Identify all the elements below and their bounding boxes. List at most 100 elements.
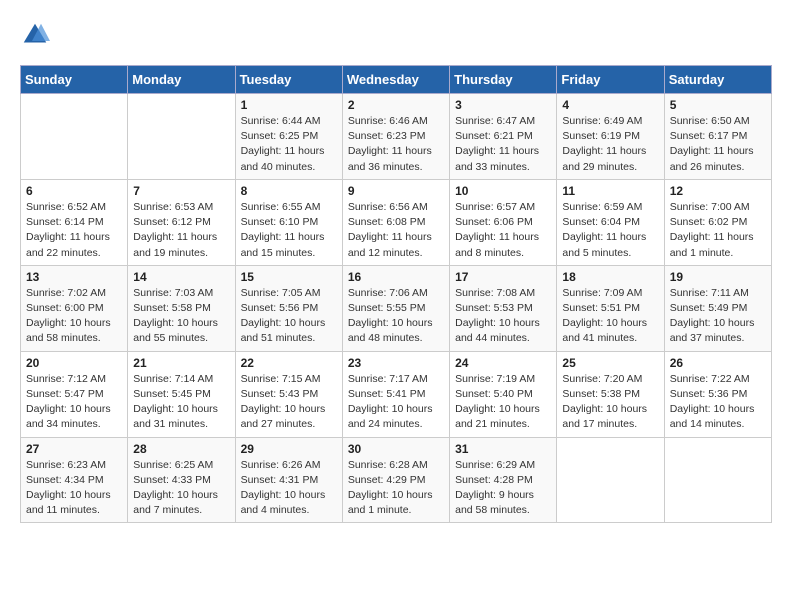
day-cell (557, 437, 664, 523)
day-number: 11 (562, 184, 658, 198)
day-cell: 14 Sunrise: 7:03 AM Sunset: 5:58 PM Dayli… (128, 265, 235, 351)
header-cell-tuesday: Tuesday (235, 66, 342, 94)
header-cell-friday: Friday (557, 66, 664, 94)
day-cell: 7 Sunrise: 6:53 AM Sunset: 6:12 PM Daylig… (128, 179, 235, 265)
day-cell: 16 Sunrise: 7:06 AM Sunset: 5:55 PM Dayli… (342, 265, 449, 351)
day-cell: 21 Sunrise: 7:14 AM Sunset: 5:45 PM Dayli… (128, 351, 235, 437)
week-row-1: 1Sunrise: 6:44 AM Sunset: 6:25 PM Daylig… (21, 94, 772, 180)
header-cell-wednesday: Wednesday (342, 66, 449, 94)
day-cell: 8 Sunrise: 6:55 AM Sunset: 6:10 PM Daylig… (235, 179, 342, 265)
day-info: Sunrise: 6:29 AM Sunset: 4:28 PM Dayligh… (455, 458, 551, 519)
day-cell: 11 Sunrise: 6:59 AM Sunset: 6:04 PM Dayli… (557, 179, 664, 265)
day-number: 29 (241, 442, 337, 456)
day-cell: 25 Sunrise: 7:20 AM Sunset: 5:38 PM Dayli… (557, 351, 664, 437)
day-cell: 29Sunrise: 6:26 AM Sunset: 4:31 PM Dayli… (235, 437, 342, 523)
day-info: Sunrise: 7:20 AM Sunset: 5:38 PM Dayligh… (562, 372, 658, 433)
day-number: 2 (348, 98, 444, 112)
day-number: 1 (241, 98, 337, 112)
calendar-header: SundayMondayTuesdayWednesdayThursdayFrid… (21, 66, 772, 94)
logo (20, 20, 54, 50)
day-cell: 31 Sunrise: 6:29 AM Sunset: 4:28 PM Dayli… (450, 437, 557, 523)
day-cell: 23Sunrise: 7:17 AM Sunset: 5:41 PM Dayli… (342, 351, 449, 437)
header-row: SundayMondayTuesdayWednesdayThursdayFrid… (21, 66, 772, 94)
calendar-table: SundayMondayTuesdayWednesdayThursdayFrid… (20, 65, 772, 523)
day-cell: 4 Sunrise: 6:49 AM Sunset: 6:19 PM Daylig… (557, 94, 664, 180)
day-number: 5 (670, 98, 766, 112)
day-info: Sunrise: 6:49 AM Sunset: 6:19 PM Dayligh… (562, 114, 658, 175)
day-number: 28 (133, 442, 229, 456)
day-info: Sunrise: 7:09 AM Sunset: 5:51 PM Dayligh… (562, 286, 658, 347)
day-number: 21 (133, 356, 229, 370)
day-info: Sunrise: 7:08 AM Sunset: 5:53 PM Dayligh… (455, 286, 551, 347)
day-number: 15 (241, 270, 337, 284)
day-cell (21, 94, 128, 180)
day-cell: 13 Sunrise: 7:02 AM Sunset: 6:00 PM Dayli… (21, 265, 128, 351)
day-info: Sunrise: 6:28 AM Sunset: 4:29 PM Dayligh… (348, 458, 444, 519)
day-cell: 19Sunrise: 7:11 AM Sunset: 5:49 PM Dayli… (664, 265, 771, 351)
day-info: Sunrise: 6:56 AM Sunset: 6:08 PM Dayligh… (348, 200, 444, 261)
day-info: Sunrise: 7:22 AM Sunset: 5:36 PM Dayligh… (670, 372, 766, 433)
week-row-4: 20Sunrise: 7:12 AM Sunset: 5:47 PM Dayli… (21, 351, 772, 437)
day-info: Sunrise: 7:15 AM Sunset: 5:43 PM Dayligh… (241, 372, 337, 433)
day-cell: 12 Sunrise: 7:00 AM Sunset: 6:02 PM Dayli… (664, 179, 771, 265)
day-number: 17 (455, 270, 551, 284)
day-cell: 24 Sunrise: 7:19 AM Sunset: 5:40 PM Dayli… (450, 351, 557, 437)
day-number: 12 (670, 184, 766, 198)
day-info: Sunrise: 7:00 AM Sunset: 6:02 PM Dayligh… (670, 200, 766, 261)
day-cell: 22 Sunrise: 7:15 AM Sunset: 5:43 PM Dayli… (235, 351, 342, 437)
week-row-2: 6 Sunrise: 6:52 AM Sunset: 6:14 PM Daylig… (21, 179, 772, 265)
header-cell-saturday: Saturday (664, 66, 771, 94)
day-number: 24 (455, 356, 551, 370)
day-number: 18 (562, 270, 658, 284)
day-info: Sunrise: 7:14 AM Sunset: 5:45 PM Dayligh… (133, 372, 229, 433)
day-cell: 5 Sunrise: 6:50 AM Sunset: 6:17 PM Daylig… (664, 94, 771, 180)
day-number: 4 (562, 98, 658, 112)
day-info: Sunrise: 6:47 AM Sunset: 6:21 PM Dayligh… (455, 114, 551, 175)
day-cell: 3 Sunrise: 6:47 AM Sunset: 6:21 PM Daylig… (450, 94, 557, 180)
day-info: Sunrise: 6:52 AM Sunset: 6:14 PM Dayligh… (26, 200, 122, 261)
day-info: Sunrise: 7:02 AM Sunset: 6:00 PM Dayligh… (26, 286, 122, 347)
day-cell: 17 Sunrise: 7:08 AM Sunset: 5:53 PM Dayli… (450, 265, 557, 351)
day-info: Sunrise: 6:50 AM Sunset: 6:17 PM Dayligh… (670, 114, 766, 175)
day-cell: 26 Sunrise: 7:22 AM Sunset: 5:36 PM Dayli… (664, 351, 771, 437)
day-number: 31 (455, 442, 551, 456)
day-info: Sunrise: 6:59 AM Sunset: 6:04 PM Dayligh… (562, 200, 658, 261)
day-info: Sunrise: 7:03 AM Sunset: 5:58 PM Dayligh… (133, 286, 229, 347)
day-info: Sunrise: 6:25 AM Sunset: 4:33 PM Dayligh… (133, 458, 229, 519)
header-cell-monday: Monday (128, 66, 235, 94)
day-info: Sunrise: 6:53 AM Sunset: 6:12 PM Dayligh… (133, 200, 229, 261)
day-cell: 27Sunrise: 6:23 AM Sunset: 4:34 PM Dayli… (21, 437, 128, 523)
day-info: Sunrise: 6:55 AM Sunset: 6:10 PM Dayligh… (241, 200, 337, 261)
day-number: 19 (670, 270, 766, 284)
day-cell: 2 Sunrise: 6:46 AM Sunset: 6:23 PM Daylig… (342, 94, 449, 180)
day-info: Sunrise: 7:06 AM Sunset: 5:55 PM Dayligh… (348, 286, 444, 347)
day-number: 26 (670, 356, 766, 370)
day-cell: 1Sunrise: 6:44 AM Sunset: 6:25 PM Daylig… (235, 94, 342, 180)
day-cell (128, 94, 235, 180)
day-number: 16 (348, 270, 444, 284)
day-info: Sunrise: 6:46 AM Sunset: 6:23 PM Dayligh… (348, 114, 444, 175)
calendar-body: 1Sunrise: 6:44 AM Sunset: 6:25 PM Daylig… (21, 94, 772, 523)
day-cell: 28 Sunrise: 6:25 AM Sunset: 4:33 PM Dayli… (128, 437, 235, 523)
day-number: 14 (133, 270, 229, 284)
day-number: 7 (133, 184, 229, 198)
day-number: 6 (26, 184, 122, 198)
day-cell: 18 Sunrise: 7:09 AM Sunset: 5:51 PM Dayli… (557, 265, 664, 351)
day-number: 25 (562, 356, 658, 370)
day-cell: 6 Sunrise: 6:52 AM Sunset: 6:14 PM Daylig… (21, 179, 128, 265)
day-info: Sunrise: 6:23 AM Sunset: 4:34 PM Dayligh… (26, 458, 122, 519)
day-number: 9 (348, 184, 444, 198)
header-cell-sunday: Sunday (21, 66, 128, 94)
day-info: Sunrise: 6:57 AM Sunset: 6:06 PM Dayligh… (455, 200, 551, 261)
day-number: 22 (241, 356, 337, 370)
day-info: Sunrise: 7:05 AM Sunset: 5:56 PM Dayligh… (241, 286, 337, 347)
day-number: 20 (26, 356, 122, 370)
day-info: Sunrise: 7:19 AM Sunset: 5:40 PM Dayligh… (455, 372, 551, 433)
day-number: 30 (348, 442, 444, 456)
logo-icon (20, 20, 50, 50)
day-number: 13 (26, 270, 122, 284)
day-number: 8 (241, 184, 337, 198)
day-number: 3 (455, 98, 551, 112)
header-cell-thursday: Thursday (450, 66, 557, 94)
day-number: 23 (348, 356, 444, 370)
